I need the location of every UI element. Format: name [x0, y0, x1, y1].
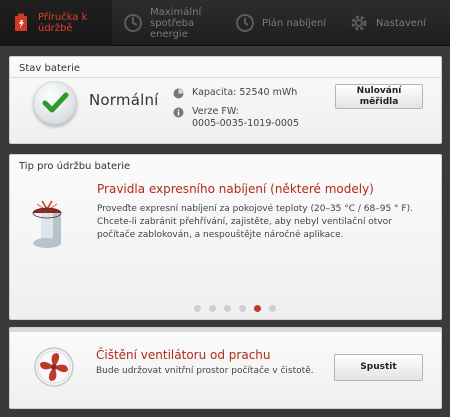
checkmark-icon [33, 81, 77, 125]
top-navigation: Příručka k údržbě Maximální spotřeba ene… [0, 0, 450, 46]
tip-section-title: Tip pro údržbu baterie [19, 161, 131, 172]
tab-settings[interactable]: Nastavení [338, 0, 450, 46]
page-dot-5-active[interactable] [254, 305, 261, 312]
reset-gauge-label-1: Nulování [356, 85, 402, 96]
battery-status-panel: Stav baterie Normální Kapacita: 52540 mW… [9, 56, 442, 144]
capacity-text: Kapacita: 52540 mWh [192, 87, 298, 98]
firmware-row: Verze FW: 0005-0035-1019-0005 [173, 106, 299, 130]
battery-status-title: Stav baterie [19, 63, 81, 74]
tip-body: Proveďte expresní nabíjení za pokojové t… [97, 204, 413, 240]
run-button[interactable]: Spustit [334, 354, 423, 381]
tab-max-energy-label-1: Maximální [150, 6, 202, 18]
page-dot-6[interactable] [269, 305, 276, 312]
tab-max-energy-label-3: energie [150, 28, 188, 40]
page-dot-3[interactable] [224, 305, 231, 312]
clock-icon [234, 12, 256, 34]
fan-icon [33, 346, 75, 388]
energy-icon [122, 12, 144, 34]
battery-care-icon [10, 12, 32, 34]
page-dot-4[interactable] [239, 305, 246, 312]
tip-title: Pravidla expresního nabíjení (některé mo… [97, 182, 374, 196]
firmware-value: 0005-0035-1019-0005 [192, 118, 299, 129]
reset-gauge-label-2: měřidla [359, 96, 399, 107]
capacity-row: Kapacita: 52540 mWh [173, 87, 297, 99]
battery-tip-panel: Tip pro údržbu baterie Pravidla expresní… [9, 154, 442, 320]
info-icon [173, 107, 184, 118]
tab-settings-label: Nastavení [376, 17, 427, 29]
tab-charge-plan-label: Plán nabíjení [262, 17, 327, 29]
capacity-icon [173, 88, 184, 99]
battery-heat-icon [26, 199, 68, 249]
tab-charge-plan[interactable]: Plán nabíjení [224, 0, 338, 46]
gear-icon [348, 12, 370, 34]
fan-title: Čištění ventilátoru od prachu [96, 348, 271, 362]
reset-gauge-button[interactable]: Nulování měřidla [335, 84, 423, 109]
tab-max-energy-label-2: spotřeba [150, 17, 195, 29]
fan-body: Bude udržovat vnitřní prostor počítače v… [96, 366, 314, 376]
tab-care-guide[interactable]: Příručka k údržbě [0, 0, 112, 46]
page-dot-1[interactable] [194, 305, 201, 312]
fan-cleaning-panel: Čištění ventilátoru od prachu Bude udržo… [9, 327, 442, 409]
tip-pagination [194, 305, 284, 312]
panel-top-strip [10, 328, 441, 332]
page-dot-2[interactable] [209, 305, 216, 312]
firmware-label: Verze FW: [192, 106, 239, 117]
tab-care-guide-label-2: údržbě [38, 23, 73, 34]
tab-max-energy[interactable]: Maximální spotřeba energie [112, 0, 224, 46]
battery-state: Normální [89, 91, 159, 109]
tab-care-guide-label-1: Příručka k [38, 12, 88, 23]
divider [10, 77, 441, 78]
